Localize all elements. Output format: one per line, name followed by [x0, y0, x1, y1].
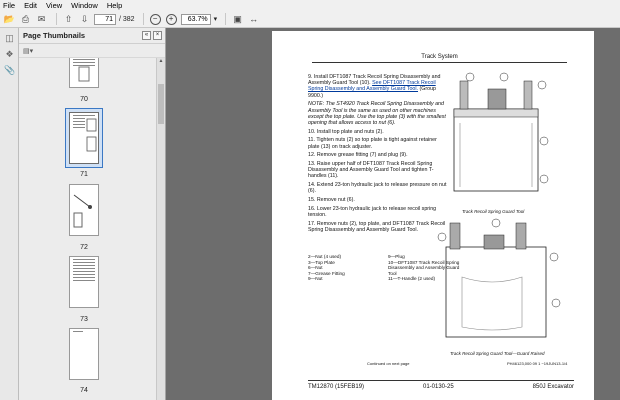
thumbnail-page[interactable]	[69, 256, 99, 308]
toolbar-separator	[225, 13, 227, 25]
bookmarks-icon[interactable]: ❖	[4, 49, 15, 60]
page-footer: TM12870 (15FEB19) 01-0130-25 850J Excava…	[308, 380, 574, 390]
thumbnail-panel: Page Thumbnails « × ▤▾ 70 71 72 73 74 ▲	[19, 28, 166, 400]
thumbnail-page[interactable]	[69, 328, 99, 380]
thumbnail-page[interactable]	[69, 58, 99, 88]
zoom-dropdown-icon[interactable]: ▾	[214, 15, 218, 23]
menu-help[interactable]: Help	[107, 1, 122, 10]
legend-item: 9—Nut	[308, 276, 323, 282]
legend-item: 3—Top Plate	[308, 259, 335, 265]
panel-header: Page Thumbnails « ×	[19, 28, 165, 44]
thumbnail-list: 70 71 72 73 74	[19, 58, 155, 400]
step-12: 12. Remove grease fitting (7) and plug (…	[308, 152, 408, 159]
page-thumbnails-icon[interactable]: ◫	[4, 33, 15, 44]
section-header: Track System	[312, 54, 567, 63]
thumbnail-options-icon[interactable]: ▤▾	[23, 47, 33, 55]
thumbnail-label: 71	[80, 171, 88, 178]
previous-page-icon[interactable]: ⇧	[62, 13, 75, 26]
thumbnail-page[interactable]	[69, 184, 99, 236]
figure-guard-raised	[437, 218, 561, 338]
manual-number: TM12870 (15FEB19)	[308, 384, 365, 390]
menu-file[interactable]: File	[3, 1, 15, 10]
toolbar: 📂 ⎙ ✉ ⇧ ⇩ 71 / 382 − + 63.7% ▾ ▣ ↔	[0, 11, 620, 28]
scrollbar-thumb[interactable]	[158, 84, 164, 124]
menu-edit[interactable]: Edit	[24, 1, 37, 10]
navigation-pane-strip: ◫ ❖ 📎	[0, 28, 19, 400]
menu-bar: File Edit View Window Help	[0, 0, 620, 11]
step-14: 14. Extend 23-ton hydraulic jack to rele…	[308, 182, 447, 195]
thumbnail-figure	[86, 118, 97, 152]
open-icon[interactable]: 📂	[3, 13, 16, 26]
next-page-icon[interactable]: ⇩	[78, 13, 91, 26]
scroll-up-icon[interactable]: ▲	[157, 58, 165, 67]
thumbnail-figure	[78, 66, 90, 82]
thumbnail-label: 74	[80, 387, 88, 394]
panel-options-bar: ▤▾	[19, 44, 165, 58]
zoom-input[interactable]: 63.7%	[180, 13, 211, 25]
document-page: Track System 9. Install DFT1087 Track Re…	[272, 31, 594, 400]
toolbar-separator	[142, 13, 144, 25]
zoom-in-icon[interactable]: +	[165, 13, 178, 26]
thumbnail-page-current[interactable]	[69, 112, 99, 164]
legend-item: 2—Nut (4 used)	[308, 254, 342, 259]
step-10: 10. Install top plate and nuts (2).	[308, 128, 384, 135]
page-total: / 382	[119, 15, 135, 23]
close-panel-icon[interactable]: ×	[153, 31, 162, 40]
print-icon[interactable]: ⎙	[19, 13, 32, 26]
attachments-icon[interactable]: 📎	[4, 65, 15, 76]
thumbnail-figure	[73, 194, 92, 228]
legend-item: 7—Grease Fitting	[308, 270, 345, 276]
machine-name: 850J Excavator	[532, 384, 574, 390]
thumbnail-label: 70	[80, 96, 88, 103]
reference-code: PH46123,000 09 1 −19JUN13-1/4	[507, 361, 568, 366]
fit-page-icon[interactable]: ▣	[231, 13, 244, 26]
legend-item: 9—Plug	[388, 254, 405, 259]
step-13: 13. Raise upper half of DFT1087 Track Re…	[308, 160, 434, 180]
thumbnail-label: 72	[80, 244, 88, 251]
panel-title: Page Thumbnails	[23, 31, 86, 40]
figure-guard-tool	[453, 72, 549, 192]
step-9: 9. Install DFT1087 Track Recoil Spring D…	[308, 74, 441, 99]
step-15: 15. Remove nut (6).	[308, 196, 355, 203]
menu-view[interactable]: View	[46, 1, 62, 10]
thumbnail-scrollbar[interactable]: ▲	[156, 58, 165, 400]
collapse-panel-icon[interactable]: «	[142, 31, 151, 40]
toolbar-separator	[56, 13, 57, 25]
note: NOTE: The ST4920 Track Recoil Spring Dis…	[308, 101, 446, 126]
step-11: 11. Tighten nuts (2) so top plate is tig…	[308, 137, 437, 150]
procedure-steps: 9. Install DFT1087 Track Recoil Spring D…	[308, 74, 448, 235]
step-17: 17. Remove nuts (2), top plate, and DFT1…	[308, 220, 446, 233]
step-16: 16. Lower 23-ton hydraulic jack to relea…	[308, 205, 437, 218]
thumbnail-label: 73	[80, 316, 88, 323]
fit-width-icon[interactable]: ↔	[247, 13, 260, 26]
email-icon[interactable]: ✉	[35, 13, 48, 26]
page-code: 01-0130-25	[423, 384, 454, 390]
continued-note: Continued on next page	[367, 361, 410, 366]
legend-item: 11—T-Handle (2 used)	[388, 276, 436, 282]
figure-caption: Track Recoil Spring Guard Tool—Guard Rai…	[450, 351, 545, 356]
page-number-input[interactable]: 71	[94, 13, 116, 25]
figure-caption: Track Recoil Spring Guard Tool	[462, 209, 525, 214]
menu-window[interactable]: Window	[71, 1, 98, 10]
legend-item: 6—Nut	[308, 265, 323, 271]
zoom-out-icon[interactable]: −	[149, 13, 162, 26]
